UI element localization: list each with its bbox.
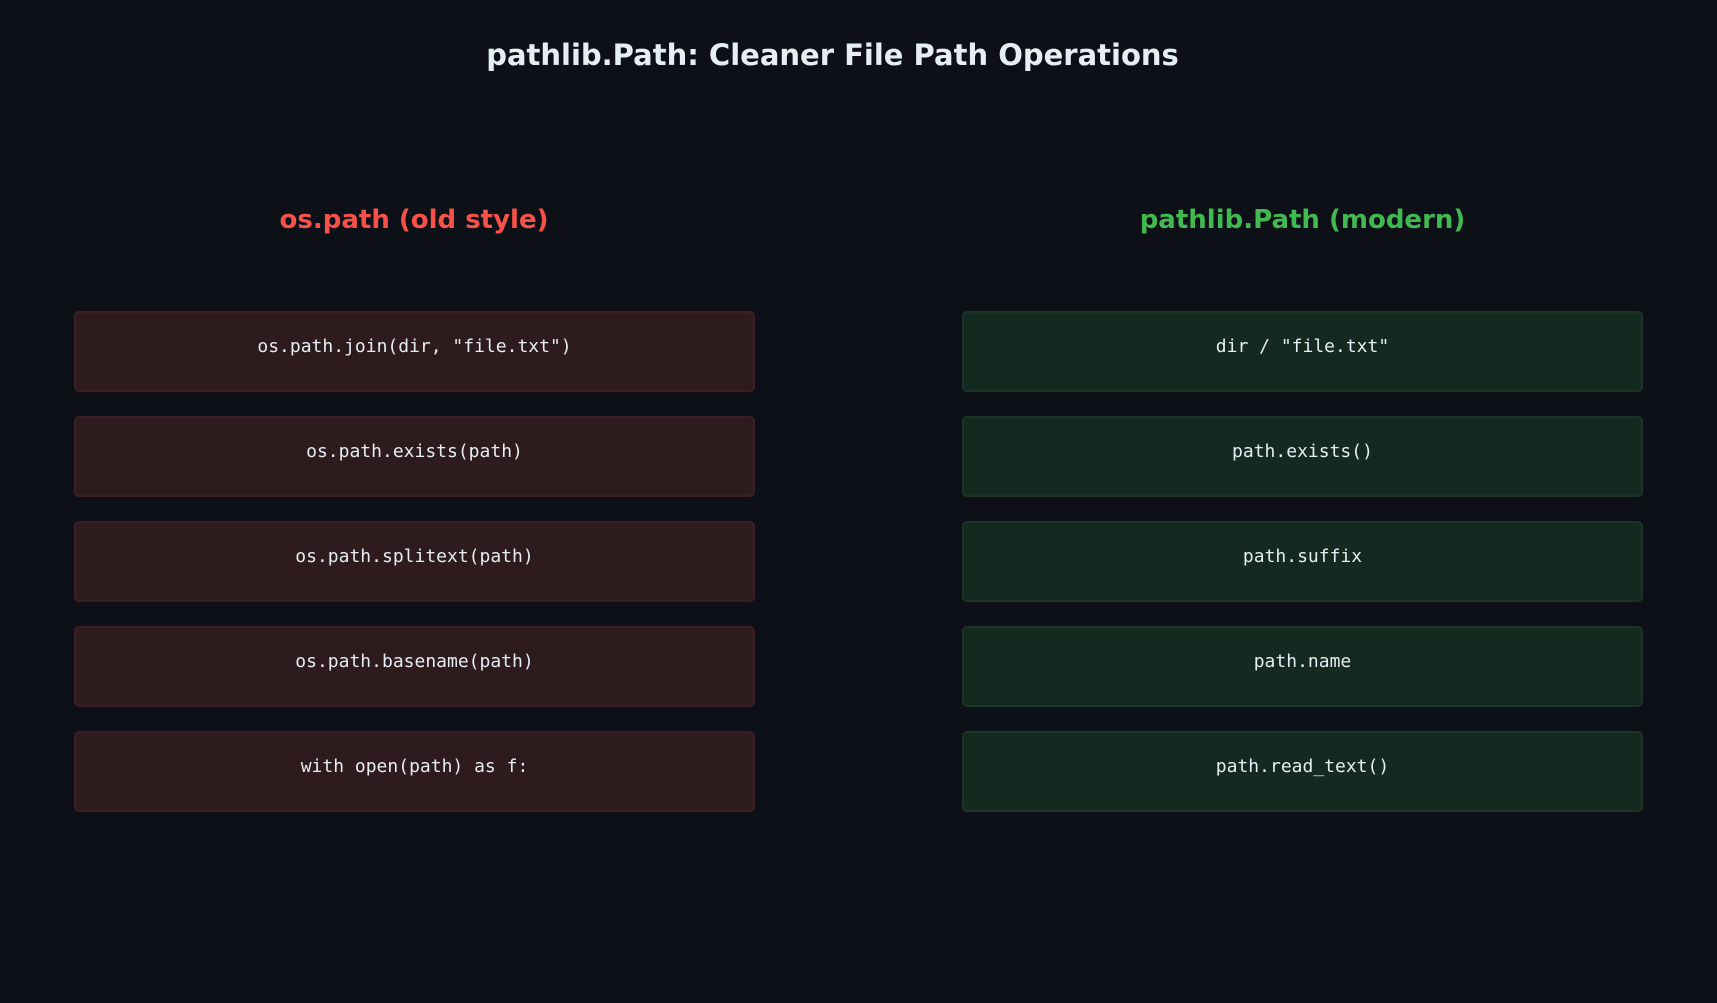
old-style-heading: os.path (old style) — [279, 205, 549, 235]
new-suffix-code: path.suffix — [962, 521, 1643, 602]
old-open-code: with open(path) as f: — [74, 731, 755, 812]
old-exists-code: os.path.exists(path) — [74, 416, 755, 497]
new-exists-code: path.exists() — [962, 416, 1643, 497]
old-basename-code: os.path.basename(path) — [74, 626, 755, 707]
new-join-code: dir / "file.txt" — [962, 311, 1643, 392]
modern-column: dir / "file.txt" path.exists() path.suff… — [962, 311, 1643, 812]
old-style-column: os.path.join(dir, "file.txt") os.path.ex… — [74, 311, 755, 812]
new-name-code: path.name — [962, 626, 1643, 707]
modern-heading: pathlib.Path (modern) — [1139, 205, 1466, 235]
new-read-text-code: path.read_text() — [962, 731, 1643, 812]
old-splitext-code: os.path.splitext(path) — [74, 521, 755, 602]
old-join-code: os.path.join(dir, "file.txt") — [74, 311, 755, 392]
page-title: pathlib.Path: Cleaner File Path Operatio… — [486, 38, 1179, 72]
